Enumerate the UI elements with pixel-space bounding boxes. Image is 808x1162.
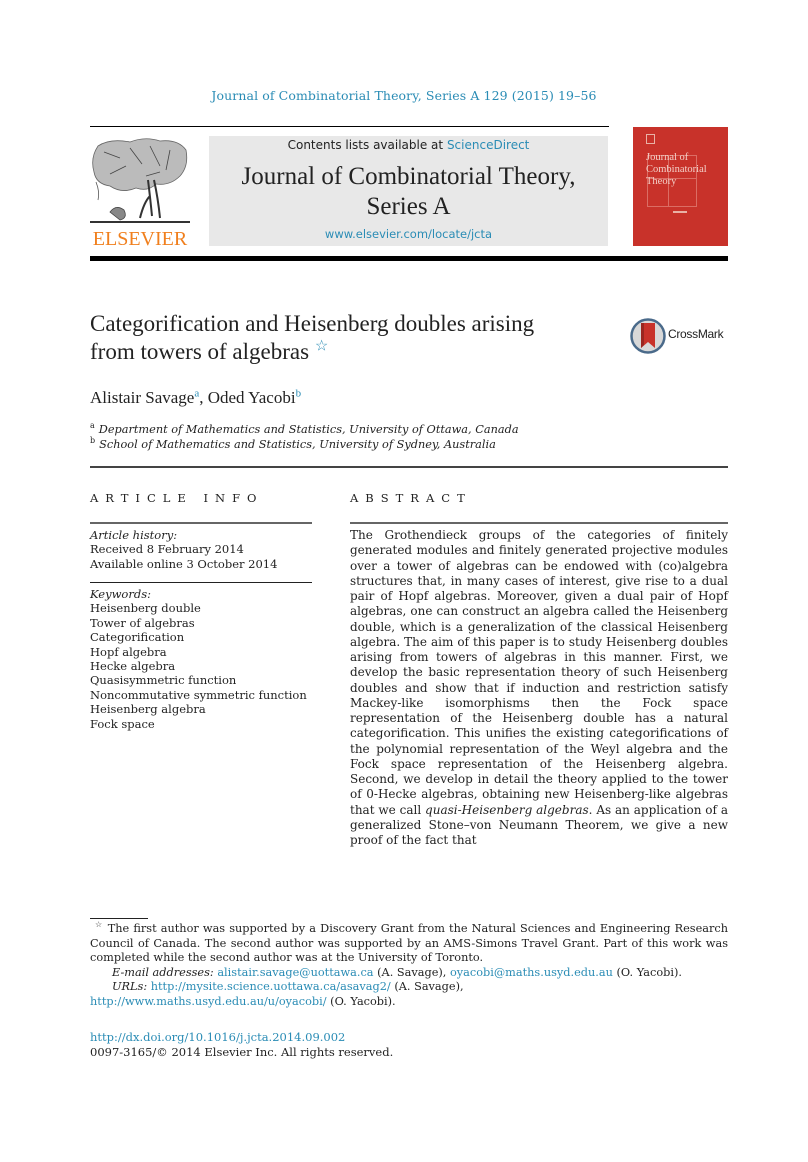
cover-volume-mark bbox=[673, 211, 687, 213]
affiliation-item: a Department of Mathematics and Statistic… bbox=[90, 422, 519, 437]
abstract-heading: ABSTRACT bbox=[350, 491, 472, 505]
history-received: Received 8 February 2014 bbox=[90, 542, 244, 557]
masthead-rule bbox=[90, 256, 728, 261]
email-footnote: E-mail addresses: alistair.savage@uottaw… bbox=[112, 965, 682, 979]
keywords: Keywords: Heisenberg double Tower of alg… bbox=[90, 587, 307, 731]
title-footnote-star-icon[interactable]: ☆ bbox=[315, 338, 328, 354]
affiliations: a Department of Mathematics and Statistic… bbox=[90, 422, 519, 452]
elsevier-tree-icon bbox=[90, 138, 190, 223]
funding-footnote: ☆ The first author was supported by a Dis… bbox=[90, 920, 729, 966]
url-owner: (O. Yacobi). bbox=[330, 994, 396, 1008]
url-link[interactable]: http://mysite.science.uottawa.ca/asavag2… bbox=[151, 980, 391, 993]
author-list: Alistair Savagea, Oded Yacobib bbox=[90, 388, 301, 408]
url-owner: (A. Savage), bbox=[394, 980, 464, 993]
email-owner: (O. Yacobi). bbox=[616, 965, 682, 979]
cover-publisher-mark-icon bbox=[646, 134, 655, 144]
keyword-item: Tower of algebras bbox=[90, 615, 195, 630]
doi-link[interactable]: http://dx.doi.org/10.1016/j.jcta.2014.09… bbox=[90, 1030, 393, 1045]
urls-footnote-continued: http://www.maths.usyd.edu.au/u/oyacobi/ … bbox=[90, 995, 728, 1010]
copyright-line: 0097-3165/© 2014 Elsevier Inc. All right… bbox=[90, 1045, 394, 1059]
affiliation-item: b School of Mathematics and Statistics, U… bbox=[90, 437, 519, 452]
affiliation-letter: a bbox=[90, 421, 95, 431]
doi-block: http://dx.doi.org/10.1016/j.jcta.2014.09… bbox=[90, 1030, 393, 1060]
sciencedirect-link[interactable]: ScienceDirect bbox=[447, 138, 529, 152]
elsevier-wordmark: ELSEVIER bbox=[92, 228, 188, 250]
email-link[interactable]: alistair.savage@uottawa.ca bbox=[217, 966, 373, 979]
journal-title: Journal of Combinatorial Theory, Series … bbox=[209, 162, 608, 222]
urls-footnote: URLs: http://mysite.science.uottawa.ca/a… bbox=[90, 980, 728, 995]
email-link[interactable]: oyacobi@maths.usyd.edu.au bbox=[450, 966, 613, 979]
journal-masthead: Contents lists available at ScienceDirec… bbox=[209, 136, 608, 246]
keyword-item: Hecke algebra bbox=[90, 659, 176, 674]
keyword-item: Fock space bbox=[90, 716, 155, 731]
journal-title-line2: Series A bbox=[366, 193, 451, 220]
url-link[interactable]: http://www.maths.usyd.edu.au/u/oyacobi/ bbox=[90, 995, 327, 1008]
article-info-rule bbox=[90, 522, 312, 524]
elsevier-logo[interactable]: ELSEVIER bbox=[90, 136, 190, 249]
keyword-item: Quasisymmetric function bbox=[90, 673, 237, 688]
affiliation-marker[interactable]: b bbox=[296, 387, 302, 399]
affiliation-text: Department of Mathematics and Statistics… bbox=[98, 423, 519, 436]
footnote-star-icon: ☆ bbox=[95, 920, 103, 930]
email-label: E-mail addresses: bbox=[112, 965, 214, 979]
affiliation-text: School of Mathematics and Statistics, Un… bbox=[99, 438, 496, 451]
keyword-item: Heisenberg algebra bbox=[90, 702, 206, 717]
email-owner: (A. Savage) bbox=[377, 965, 443, 979]
history-online: Available online 3 October 2014 bbox=[90, 556, 278, 571]
affiliation-letter: b bbox=[90, 436, 96, 446]
top-rule bbox=[90, 126, 609, 127]
contents-prefix: Contents lists available at bbox=[287, 138, 447, 152]
keyword-item: Noncommutative symmetric function bbox=[90, 687, 307, 702]
abstract-text-part1: The Grothendieck groups of the categorie… bbox=[350, 528, 728, 817]
article-title: Categorification and Heisenberg doubles … bbox=[90, 310, 610, 366]
contents-available-line: Contents lists available at ScienceDirec… bbox=[209, 138, 608, 152]
keyword-item: Heisenberg double bbox=[90, 601, 201, 616]
article-info-heading: ARTICLE INFO bbox=[90, 491, 264, 505]
abstract-rule bbox=[350, 522, 728, 524]
crossmark-badge[interactable]: CrossMark bbox=[630, 317, 740, 355]
article-history-heading: Article history: bbox=[90, 528, 178, 542]
keyword-item: Hopf algebra bbox=[90, 644, 167, 659]
keywords-heading: Keywords: bbox=[90, 587, 151, 601]
header-divider bbox=[90, 466, 728, 468]
author-name[interactable]: Oded Yacobi bbox=[208, 388, 296, 407]
keywords-rule bbox=[90, 582, 312, 583]
journal-title-line1: Journal of Combinatorial Theory, bbox=[241, 163, 576, 190]
keyword-item: Categorification bbox=[90, 630, 185, 645]
abstract-text-italic: quasi-Heisenberg algebras bbox=[425, 802, 589, 817]
crossmark-icon bbox=[630, 318, 666, 354]
footnote-rule bbox=[90, 918, 148, 919]
cover-title: Journal of Combinatorial Theory bbox=[646, 152, 707, 187]
funding-text: The first author was supported by a Disc… bbox=[90, 922, 729, 964]
journal-cover-thumbnail[interactable]: Journal of Combinatorial Theory bbox=[633, 127, 728, 246]
abstract-body: The Grothendieck groups of the categorie… bbox=[350, 528, 728, 848]
author-name[interactable]: Alistair Savage bbox=[90, 388, 194, 407]
footnotes: ☆ The first author was supported by a Dis… bbox=[90, 920, 729, 1010]
journal-homepage-link[interactable]: www.elsevier.com/locate/jcta bbox=[209, 227, 608, 241]
article-title-line1: Categorification and Heisenberg doubles … bbox=[90, 311, 535, 336]
author-separator: , bbox=[199, 388, 208, 407]
article-title-line2: from towers of algebras bbox=[90, 339, 310, 364]
urls-label: URLs: bbox=[112, 980, 148, 993]
crossmark-label: CrossMark bbox=[668, 327, 724, 341]
article-history: Article history: Received 8 February 201… bbox=[90, 528, 277, 571]
running-head[interactable]: Journal of Combinatorial Theory, Series … bbox=[0, 88, 808, 103]
